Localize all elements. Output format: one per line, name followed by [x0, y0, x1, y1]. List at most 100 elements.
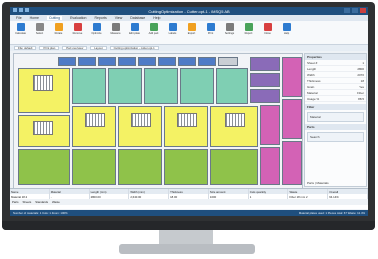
parts-table: Name Material Length (mm) Width (mm) Thickne…: [10, 188, 368, 209]
tab-waste[interactable]: Waste: [52, 200, 60, 204]
document-tab[interactable]: Cutting optimization - cutter.opt-1: [109, 46, 159, 50]
property-key: Length: [307, 66, 317, 71]
ribbon-label: Labels: [168, 32, 177, 35]
table-cell: Material 18.2: [10, 194, 50, 199]
part-teal-4[interactable]: [180, 68, 214, 104]
property-key: Grain: [307, 84, 315, 89]
select-button[interactable]: Select: [33, 23, 46, 42]
filter-select[interactable]: Material: [307, 112, 364, 122]
remove-button[interactable]: Remove: [71, 23, 84, 42]
menu-evaluation[interactable]: Evaluation: [70, 16, 86, 20]
part-yellow-r2-3[interactable]: [118, 106, 162, 147]
part-teal-3[interactable]: [144, 68, 178, 104]
part-green-5[interactable]: [210, 149, 258, 185]
part-magenta-4[interactable]: [260, 105, 280, 145]
document-tab[interactable]: Part overview: [62, 46, 88, 50]
table-cell: 1000: [209, 194, 249, 199]
table-cell: 64.14%: [328, 194, 368, 199]
part-blue-4[interactable]: [118, 57, 136, 66]
part-yellow-r2-2[interactable]: [72, 106, 116, 147]
part-purple-1[interactable]: [250, 57, 280, 71]
add-part-button[interactable]: Add part: [147, 23, 160, 42]
part-gray-1[interactable]: [218, 57, 238, 66]
remove-icon: [73, 23, 82, 31]
ribbon-label: Close: [264, 32, 271, 35]
part-blue-8[interactable]: [198, 57, 216, 66]
part-purple-2[interactable]: [250, 73, 280, 87]
calculate-button[interactable]: Calculate: [14, 23, 27, 42]
part-green-4[interactable]: [164, 149, 208, 185]
close-button[interactable]: Close: [261, 23, 274, 42]
status-bar: Number of materials: 1 Cuts: 1 Zoom: 100…: [10, 210, 368, 216]
menu-reports[interactable]: Reports: [94, 16, 106, 20]
edit-plate-button[interactable]: Edit plate: [128, 23, 141, 42]
part-magenta-5[interactable]: [260, 147, 280, 185]
grain-pattern-icon: [225, 113, 245, 127]
status-left: Number of materials: 1 Cuts: 1 Zoom: 100…: [13, 211, 68, 215]
part-blue-6[interactable]: [158, 57, 176, 66]
menu-home[interactable]: Home: [30, 16, 39, 20]
report-button[interactable]: Report: [242, 23, 255, 42]
grain-pattern-icon: [131, 113, 151, 127]
part-teal-5[interactable]: [216, 68, 248, 104]
menu-file[interactable]: File: [16, 16, 22, 20]
search-input[interactable]: Search: [307, 132, 364, 142]
menu-view[interactable]: View: [115, 16, 123, 20]
part-magenta-1[interactable]: [282, 57, 302, 97]
grain-pattern-icon: [85, 113, 105, 127]
tab-sheets[interactable]: Sheets: [23, 200, 32, 204]
measure-button[interactable]: Measure: [109, 23, 122, 42]
part-blue-7[interactable]: [178, 57, 196, 66]
part-green-2[interactable]: [72, 149, 116, 185]
table-cell: 2800.00: [90, 194, 130, 199]
tab-standards[interactable]: Standards: [35, 200, 48, 204]
menu-database[interactable]: Database: [130, 16, 145, 20]
part-green-1[interactable]: [18, 149, 70, 185]
labels-button[interactable]: Labels: [166, 23, 179, 42]
part-magenta-3[interactable]: [282, 141, 302, 185]
tab-parts[interactable]: Parts: [12, 200, 19, 204]
settings-button[interactable]: Settings: [223, 23, 236, 42]
part-green-3[interactable]: [118, 149, 162, 185]
part-yellow-r1-1[interactable]: [18, 68, 70, 113]
part-teal-1[interactable]: [72, 68, 106, 104]
part-teal-2[interactable]: [108, 68, 142, 104]
part-blue-2[interactable]: [78, 57, 96, 66]
property-row[interactable]: Usage % 88.5: [305, 96, 366, 102]
part-blue-5[interactable]: [138, 57, 156, 66]
part-purple-3[interactable]: [250, 89, 280, 103]
menu-cutting[interactable]: Cutting: [46, 16, 63, 20]
export-button[interactable]: Export: [185, 23, 198, 42]
cursor-icon: [35, 23, 44, 31]
maximize-button[interactable]: [352, 8, 358, 13]
print-button[interactable]: Print: [204, 23, 217, 42]
panel-footer-tabs[interactable]: Parts | Materials: [307, 181, 329, 185]
cutting-layout-canvas[interactable]: [13, 53, 303, 189]
help-icon: [282, 23, 291, 31]
menu-help[interactable]: Help: [153, 16, 160, 20]
document-tab[interactable]: Layout: [90, 46, 107, 50]
document-tab[interactable]: Print plan: [39, 46, 60, 50]
part-yellow-r2-1[interactable]: [18, 115, 70, 147]
part-blue-1[interactable]: [58, 57, 76, 66]
part-yellow-r2-5[interactable]: [210, 106, 258, 147]
part-magenta-2[interactable]: [282, 99, 302, 139]
table-cell: -: [50, 194, 90, 199]
table-row[interactable]: Material 18.2-2800.00 2,640.00 18.00 1000 1 F…: [10, 194, 368, 199]
property-key: Sheet #: [307, 60, 318, 65]
help-button[interactable]: Help: [280, 23, 293, 42]
property-value: Yes: [359, 84, 364, 89]
minimize-button[interactable]: [344, 8, 350, 13]
ribbon: Calculate Select Rotate Remove Optimize Measu…: [10, 21, 368, 45]
property-key: Thickness: [307, 78, 321, 83]
monitor-chin: [2, 221, 375, 230]
ribbon-label: Select: [35, 32, 44, 35]
monitor-neck: [159, 230, 213, 244]
rotate-button[interactable]: Rotate: [52, 23, 65, 42]
part-yellow-r2-4[interactable]: [164, 106, 208, 147]
document-tab[interactable]: File: default: [14, 46, 37, 50]
part-blue-3[interactable]: [98, 57, 116, 66]
close-button[interactable]: [360, 8, 366, 13]
monitor-base: [119, 244, 255, 254]
optimize-button[interactable]: Optimize: [90, 23, 103, 42]
